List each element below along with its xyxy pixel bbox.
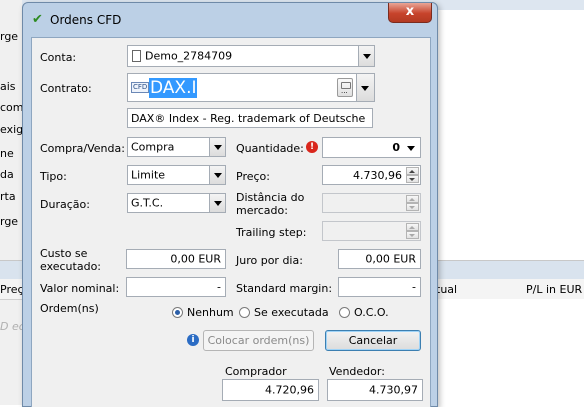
quantidade-label: Quantidade:: [236, 142, 304, 155]
contrato-dropdown[interactable]: [357, 73, 375, 102]
warning-icon: !: [306, 141, 318, 153]
checkmark-icon: ✔: [32, 12, 43, 27]
valor-nominal-field: -: [126, 277, 226, 297]
juro-field: 0,00 EUR: [338, 249, 421, 269]
cfd-badge-icon: CFD: [131, 82, 150, 93]
chevron-down-icon[interactable]: [357, 74, 374, 101]
juro-value: 0,00 EUR: [365, 252, 416, 266]
preco-stepper[interactable]: [406, 167, 419, 183]
distancia-input[interactable]: [322, 193, 421, 213]
stepper-up-icon[interactable]: [406, 167, 419, 175]
sidebar-item[interactable]: da: [0, 168, 14, 181]
radio-se-executada[interactable]: [239, 307, 250, 318]
tipo-label: Tipo:: [40, 170, 67, 183]
chevron-down-icon[interactable]: [407, 146, 415, 151]
radio-nenhum[interactable]: [172, 307, 183, 318]
browse-icon[interactable]: ···: [337, 78, 353, 97]
close-button[interactable]: x: [388, 3, 432, 23]
compra-venda-select[interactable]: Compra: [127, 137, 226, 157]
sidebar-item[interactable]: rta: [0, 190, 16, 203]
radio-se-executada-label[interactable]: Se executada: [254, 306, 329, 319]
document-icon: [132, 50, 141, 62]
valor-nominal-value: -: [217, 280, 221, 294]
standard-margin-field: -: [338, 277, 421, 297]
comprador-label: Comprador: [225, 365, 287, 378]
dialog-titlebar[interactable]: ✔ Ordens CFD x: [23, 3, 437, 37]
preco-value: 4.730,96: [353, 169, 402, 182]
preco-label: Preço:: [236, 170, 270, 183]
stepper-down-icon[interactable]: [406, 203, 419, 211]
conta-label: Conta:: [40, 51, 77, 64]
vendedor-label: Vendedor:: [329, 365, 385, 378]
orders-dialog: ✔ Ordens CFD x Conta: Demo_2784709 Contr…: [22, 2, 438, 407]
contract-description: DAX® Index - Reg. trademark of Deutsche …: [127, 108, 373, 128]
background-table-body: [436, 299, 584, 405]
conta-value: Demo_2784709: [145, 49, 233, 63]
column-header-pl[interactable]: P/L in EUR: [526, 283, 582, 296]
sidebar-item[interactable]: rge: [0, 30, 18, 43]
tipo-value: Limite: [131, 168, 166, 182]
distancia-stepper[interactable]: [406, 195, 419, 211]
distancia-label-line1: Distância do: [236, 191, 305, 204]
duracao-label: Duração:: [40, 198, 90, 211]
column-header-preco[interactable]: Preç: [0, 283, 24, 296]
comprador-field: 4.720,96: [222, 379, 319, 401]
chevron-down-icon[interactable]: [209, 138, 225, 156]
compra-venda-label: Compra/Venda:: [40, 142, 125, 155]
background-sidebar: rge ais com exigê ne da rta rge: [0, 0, 30, 405]
sidebar-item[interactable]: rge: [0, 215, 18, 228]
ordens-label: Ordem(ns): [40, 302, 99, 315]
trailing-input[interactable]: [322, 221, 421, 241]
valor-nominal-label: Valor nominal:: [40, 282, 120, 295]
contrato-input[interactable]: CFD DAX.I ···: [127, 73, 357, 102]
tipo-select[interactable]: Limite: [127, 165, 226, 185]
cancelar-button[interactable]: Cancelar: [325, 330, 421, 351]
radio-nenhum-label[interactable]: Nenhum: [187, 306, 234, 319]
radio-oco[interactable]: [339, 307, 350, 318]
vendedor-value: 4.730,97: [369, 383, 418, 397]
dialog-title: Ordens CFD: [50, 13, 122, 27]
sidebar-item[interactable]: ais: [0, 80, 16, 93]
trailing-label: Trailing step:: [236, 226, 307, 239]
chevron-down-icon[interactable]: [358, 46, 374, 66]
custo-field: 0,00 EUR: [126, 249, 226, 269]
chevron-down-icon[interactable]: [209, 194, 225, 212]
preco-input[interactable]: 4.730,96: [322, 165, 421, 185]
quantidade-input[interactable]: 0: [322, 137, 421, 158]
duracao-select[interactable]: G.T.C.: [127, 193, 226, 213]
colocar-ordem-button[interactable]: Colocar ordem(ns): [203, 330, 314, 351]
duracao-value: G.T.C.: [131, 196, 164, 210]
conta-select[interactable]: Demo_2784709: [127, 45, 375, 67]
stepper-up-icon[interactable]: [406, 195, 419, 203]
chevron-down-icon[interactable]: [209, 166, 225, 184]
sidebar-item[interactable]: com: [0, 101, 24, 114]
info-icon: i: [187, 334, 199, 346]
contrato-label: Contrato:: [40, 82, 92, 95]
dialog-body: Conta: Demo_2784709 Contrato: CFD DAX.I …: [31, 37, 431, 407]
comprador-value: 4.720,96: [265, 383, 314, 397]
standard-margin-value: -: [412, 280, 416, 294]
stepper-down-icon[interactable]: [406, 231, 419, 239]
stepper-down-icon[interactable]: [406, 175, 419, 183]
contrato-value: DAX.I: [149, 78, 198, 98]
stepper-up-icon[interactable]: [406, 223, 419, 231]
compra-venda-value: Compra: [131, 140, 175, 154]
column-header-atual[interactable]: tual: [436, 283, 457, 296]
custo-label-line2: executado:: [40, 260, 102, 273]
description-text: DAX® Index - Reg. trademark of Deutsche …: [131, 112, 369, 125]
standard-margin-label: Standard margin:: [236, 282, 333, 295]
radio-oco-label[interactable]: O.C.O.: [354, 306, 389, 319]
sidebar-item[interactable]: ne: [0, 147, 14, 160]
quantidade-value: 0: [392, 141, 400, 154]
trailing-stepper[interactable]: [406, 223, 419, 239]
juro-label: Juro por dia:: [236, 254, 303, 267]
vendedor-field: 4.730,97: [327, 379, 423, 401]
distancia-label-line2: mercado:: [236, 204, 288, 217]
custo-label-line1: Custo se: [40, 247, 88, 260]
background-panel: [436, 10, 584, 260]
custo-value: 0,00 EUR: [170, 252, 221, 266]
